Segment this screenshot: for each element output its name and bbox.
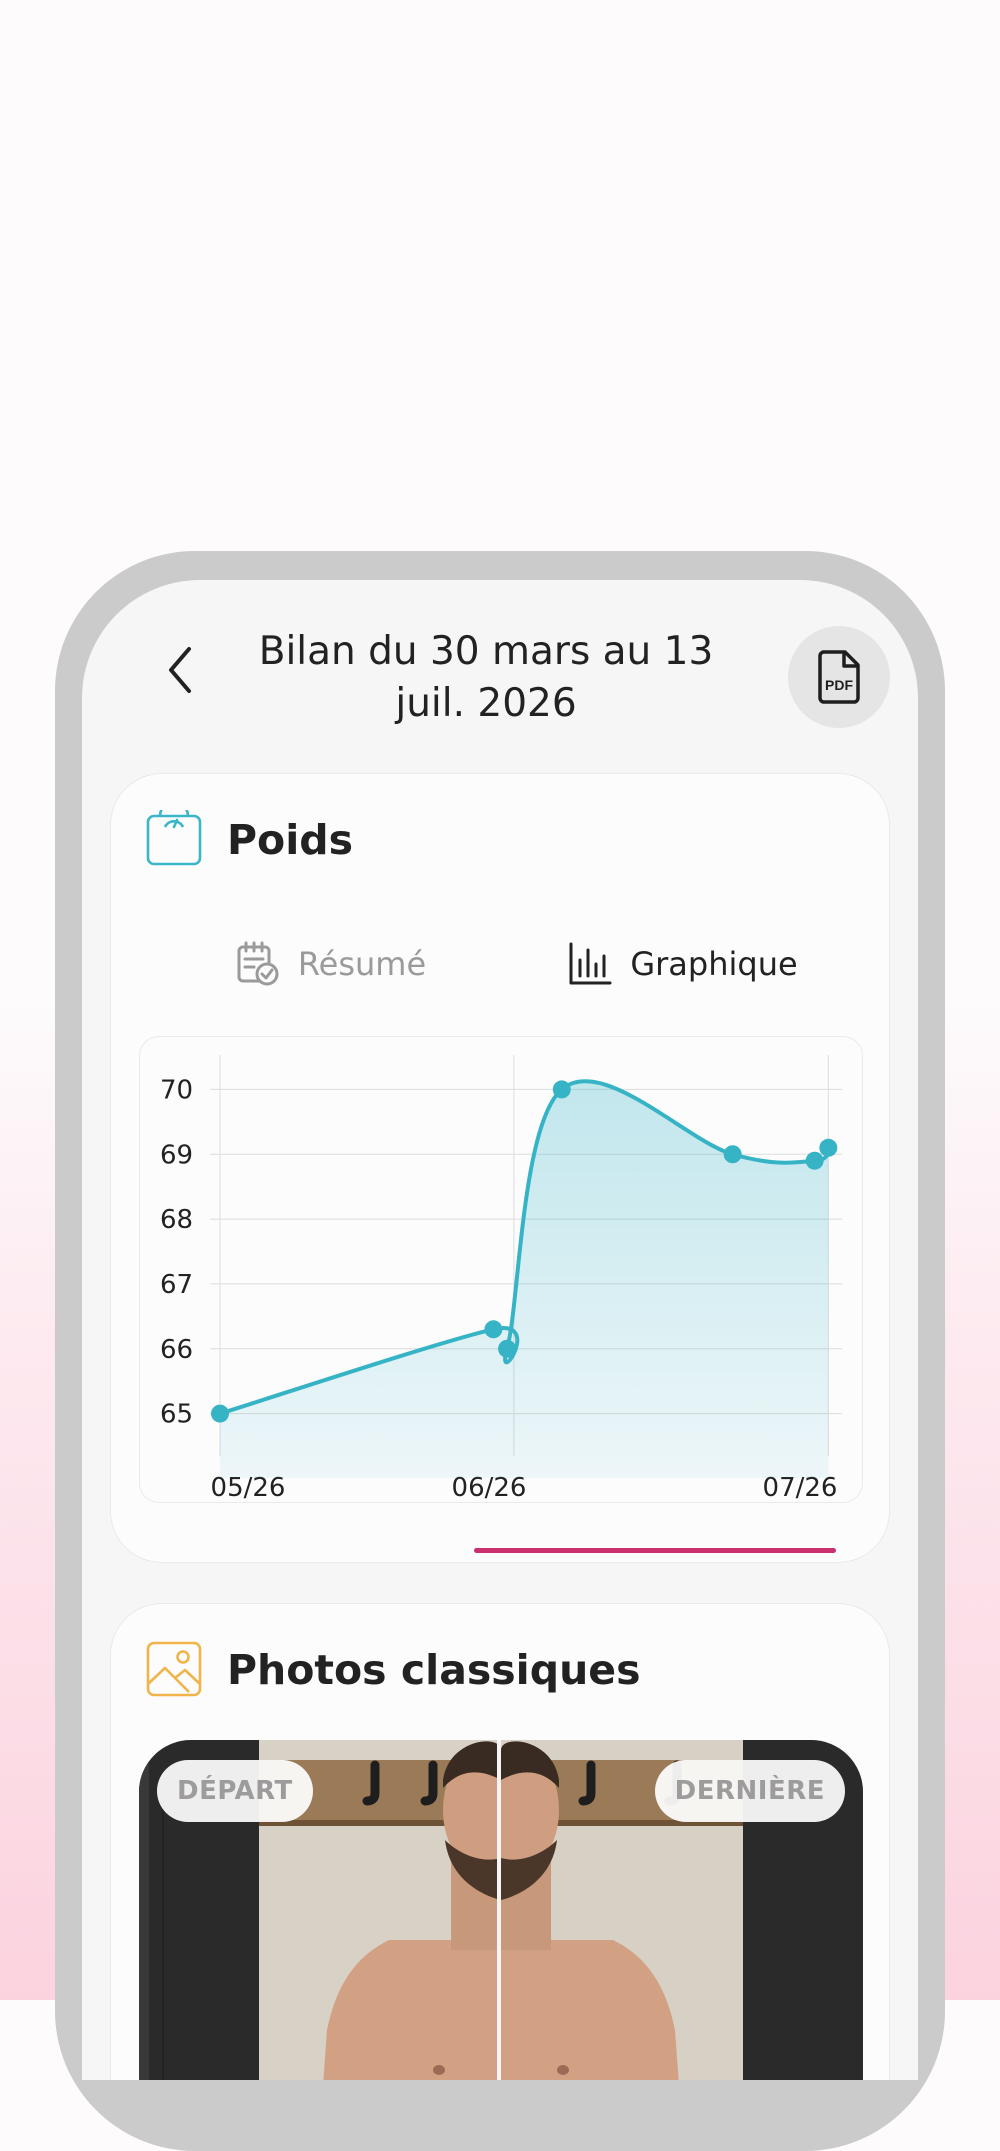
y-tick-label: 69 [160,1140,193,1170]
pdf-icon-text: PDF [825,677,853,693]
photos-card: Photos classiques DÉPART DERNIÈRE [110,1603,890,2080]
tab-chart-label: Graphique [630,945,798,983]
pdf-file-icon: PDF [818,650,860,704]
y-tick-label: 68 [160,1205,193,1235]
weight-data-point [819,1138,838,1157]
weight-area-fill [220,1081,829,1478]
weight-data-point [211,1404,229,1423]
weight-card: Poids Résumé Graphique 70 69 68 67 66 65… [110,773,890,1563]
tab-summary[interactable]: Résumé [171,919,491,1009]
export-pdf-button[interactable]: PDF [788,626,890,728]
start-badge: DÉPART [157,1760,313,1822]
weight-data-point [552,1080,571,1099]
photo-comparison[interactable]: DÉPART DERNIÈRE [139,1740,863,2080]
calendar-check-icon [237,941,279,986]
page-title: Bilan du 30 mars au 13 juil. 2026 [258,629,714,726]
image-icon [146,1641,202,1697]
photos-card-title: Photos classiques [227,1646,641,1694]
y-tick-label: 65 [160,1400,193,1430]
weight-chart-svg: 70696867666505/26 06/26 07/26 [160,1055,842,1502]
chevron-left-icon [169,647,191,693]
y-tick-label: 66 [160,1335,193,1365]
comparison-slider-handle[interactable] [497,1740,501,2080]
scale-icon [146,810,202,866]
weight-card-title: Poids [227,816,354,864]
weight-data-point [805,1151,824,1170]
tab-summary-label: Résumé [297,945,427,983]
bar-chart-icon [569,942,612,985]
y-tick-label: 67 [160,1270,193,1300]
weight-data-point [498,1339,517,1358]
y-tick-label: 70 [160,1075,193,1105]
weight-chart: 70 69 68 67 66 65 05/26 06/26 07/26 [139,1036,863,1503]
latest-badge: DERNIÈRE [654,1760,845,1822]
weight-data-point [723,1145,742,1164]
tab-chart[interactable]: Graphique [503,919,863,1009]
weight-data-point [484,1320,503,1339]
app-screen: Bilan du 30 mars au 13 juil. 2026 PDF Po… [82,580,918,2080]
tab-selected-indicator [474,1548,836,1553]
back-button[interactable] [150,638,210,702]
